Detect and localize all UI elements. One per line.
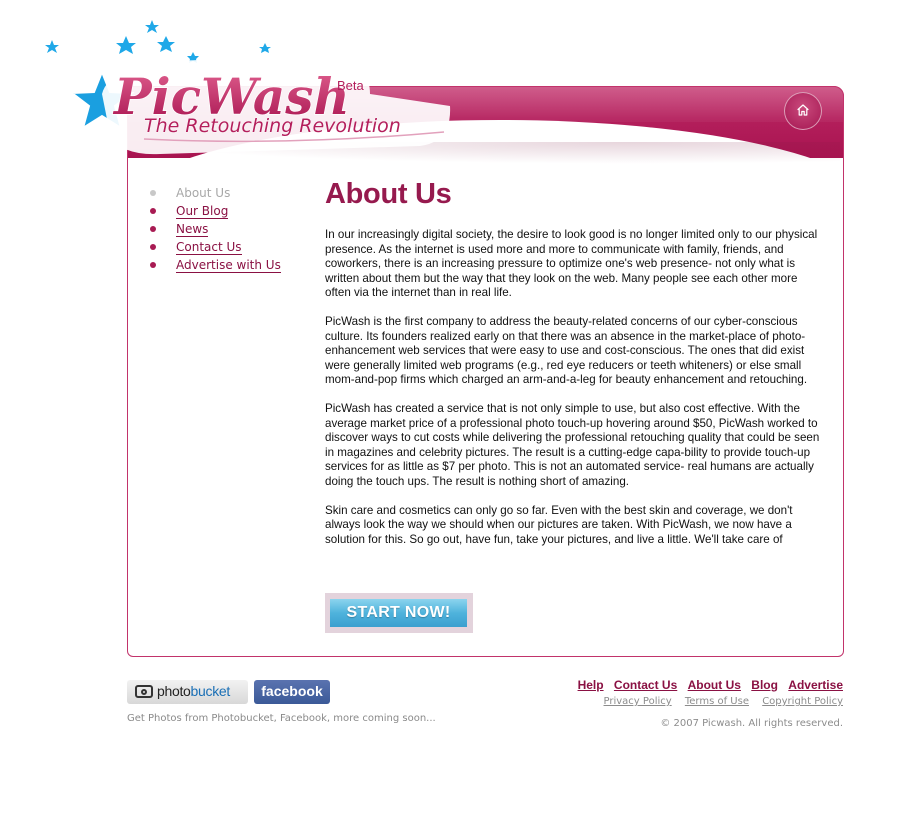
bullet-icon [150,190,156,196]
camera-icon [135,685,153,698]
sidebar-item-news: News [148,221,308,239]
photobucket-label-suffix: bucket [190,683,231,699]
logo-beta-badge: Beta [337,78,365,93]
sidebar-link-news[interactable]: News [176,222,209,237]
bullet-icon [150,226,156,232]
bullet-icon [150,244,156,250]
start-now-label: START NOW! [330,599,467,627]
footer-link-help[interactable]: Help [578,678,604,692]
footer-link-about-us[interactable]: About Us [688,678,741,692]
sidebar-item-our-blog: Our Blog [148,203,308,221]
bullet-icon [150,262,156,268]
privacy-policy-link[interactable]: Privacy Policy [604,696,672,707]
sidebar-item-contact-us: Contact Us [148,239,308,257]
article-paragraph: PicWash is the first company to address … [325,315,808,386]
copyright-policy-link[interactable]: Copyright Policy [762,696,843,707]
home-icon [797,104,809,116]
picwash-logo[interactable]: PicWash Beta The Retouching Revolution [40,14,460,164]
photobucket-button[interactable]: photobucket [127,680,248,704]
about-article: In our increasingly digital society, the… [325,228,822,547]
home-button[interactable] [784,92,822,130]
start-now-button[interactable]: START NOW! [325,593,473,633]
sidebar-nav: About Us Our Blog News Contact Us Advert… [148,185,308,275]
sidebar-item-advertise: Advertise with Us [148,257,308,275]
copyright-text: © 2007 Picwash. All rights reserved. [660,718,843,729]
page-title: About Us [325,178,452,210]
logo-tagline: The Retouching Revolution [144,115,401,137]
article-paragraph: PicWash has created a service that is no… [325,402,820,488]
footer-link-advertise[interactable]: Advertise [788,678,843,692]
bullet-icon [150,208,156,214]
sidebar-link-our-blog[interactable]: Our Blog [176,204,229,219]
footer-link-contact-us[interactable]: Contact Us [614,678,677,692]
footer-link-blog[interactable]: Blog [751,678,778,692]
terms-of-use-link[interactable]: Terms of Use [685,696,749,707]
sidebar-item-about-us: About Us [148,185,308,203]
sidebar-link-advertise[interactable]: Advertise with Us [176,258,281,273]
facebook-label: facebook [261,683,323,699]
legal-links: Privacy Policy Terms of Use Copyright Po… [594,696,843,707]
article-paragraph: Skin care and cosmetics can only go so f… [325,503,793,546]
footer-links: Help Contact Us About Us Blog Advertise [571,678,843,692]
footer-note: Get Photos from Photobucket, Facebook, m… [127,713,436,724]
photobucket-label: photobucket [157,683,230,699]
facebook-button[interactable]: facebook [254,680,330,704]
sidebar-link-contact-us[interactable]: Contact Us [176,240,242,255]
photobucket-label-prefix: photo [157,683,191,699]
sidebar-item-label: About Us [176,186,231,200]
article-paragraph: In our increasingly digital society, the… [325,228,818,299]
